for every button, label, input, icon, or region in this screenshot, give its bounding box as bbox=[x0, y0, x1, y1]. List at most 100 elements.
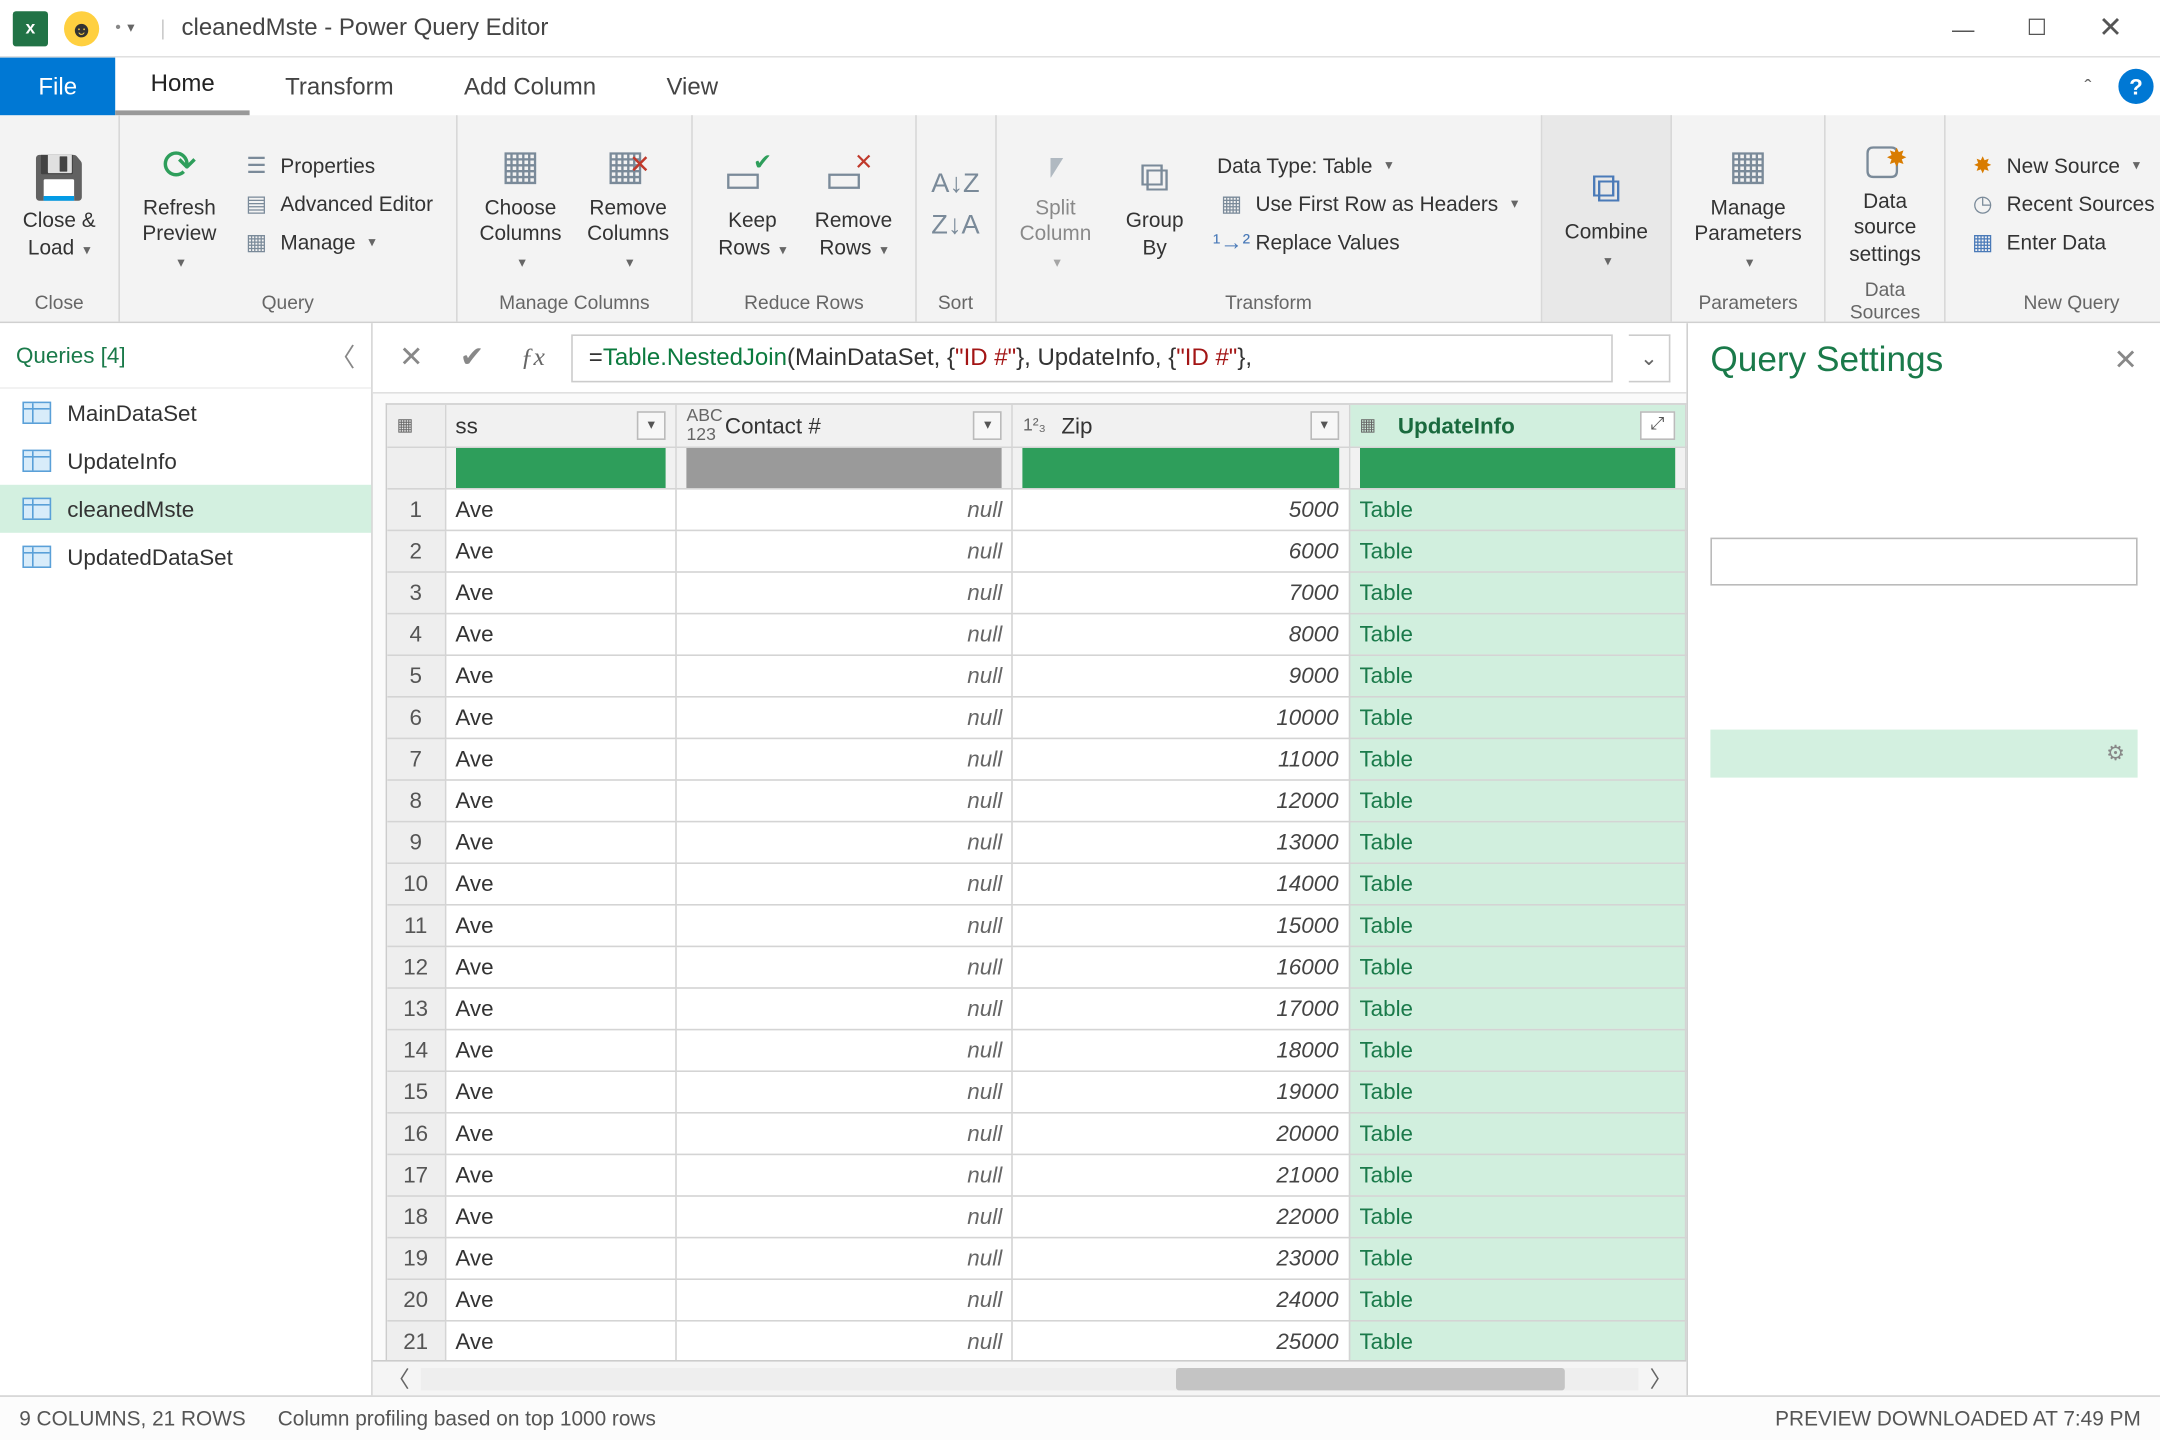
cell-zip[interactable]: 5000 bbox=[1013, 488, 1349, 530]
cell-contact[interactable]: null bbox=[676, 1154, 1012, 1196]
keep-rows-button[interactable]: ▭✔ KeepRows ▾ bbox=[703, 141, 802, 267]
cell-address[interactable]: Ave bbox=[445, 904, 676, 946]
cell-address[interactable]: Ave bbox=[445, 654, 676, 696]
close-and-load-button[interactable]: 💾 Close &Load ▾ bbox=[10, 141, 109, 267]
choose-columns-button[interactable]: ▦ ChooseColumns ▾ bbox=[467, 128, 575, 280]
cell-zip[interactable]: 13000 bbox=[1013, 821, 1349, 863]
cell-zip[interactable]: 15000 bbox=[1013, 904, 1349, 946]
table-row[interactable]: 8 Avenull12000Table bbox=[387, 779, 1685, 821]
query-item[interactable]: UpdatedDataSet bbox=[0, 533, 371, 581]
cell-updateinfo[interactable]: Table bbox=[1349, 530, 1686, 572]
cell-address[interactable]: Ave bbox=[445, 1237, 676, 1279]
cell-zip[interactable]: 23000 bbox=[1013, 1237, 1349, 1279]
cell-zip[interactable]: 24000 bbox=[1013, 1278, 1349, 1320]
row-number-cell[interactable]: 3 bbox=[387, 571, 445, 613]
cell-address[interactable]: Ave bbox=[445, 779, 676, 821]
row-number-cell[interactable]: 19 bbox=[387, 1237, 445, 1279]
row-number-cell[interactable]: 16 bbox=[387, 1112, 445, 1154]
query-item[interactable]: cleanedMste bbox=[0, 485, 371, 533]
expand-column-button[interactable]: ⤢ bbox=[1640, 411, 1675, 440]
cell-updateinfo[interactable]: Table bbox=[1349, 654, 1686, 696]
cell-contact[interactable]: null bbox=[676, 613, 1012, 655]
cell-updateinfo[interactable]: Table bbox=[1349, 862, 1686, 904]
table-row[interactable]: 1Avenull5000Table bbox=[387, 488, 1685, 530]
row-number-cell[interactable]: 13 bbox=[387, 987, 445, 1029]
row-number-cell[interactable]: 5 bbox=[387, 654, 445, 696]
query-item[interactable]: MainDataSet bbox=[0, 389, 371, 437]
cell-updateinfo[interactable]: Table bbox=[1349, 904, 1686, 946]
cell-zip[interactable]: 10000 bbox=[1013, 696, 1349, 738]
cell-contact[interactable]: null bbox=[676, 821, 1012, 863]
table-row[interactable]: 6 Avenull10000Table bbox=[387, 696, 1685, 738]
tab-file[interactable]: File bbox=[0, 58, 115, 116]
cell-address[interactable]: Ave bbox=[445, 613, 676, 655]
row-number-cell[interactable]: 20 bbox=[387, 1278, 445, 1320]
qat-autosave-face-icon[interactable]: ☻ bbox=[64, 10, 99, 45]
row-number-cell[interactable]: 18 bbox=[387, 1195, 445, 1237]
combine-button[interactable]: ⧉ Combine▾ bbox=[1552, 152, 1661, 278]
cell-updateinfo[interactable]: Table bbox=[1349, 1237, 1686, 1279]
row-number-cell[interactable]: 7 bbox=[387, 738, 445, 780]
query-name-input[interactable] bbox=[1710, 538, 2137, 586]
cell-contact[interactable]: null bbox=[676, 530, 1012, 572]
cell-contact[interactable]: null bbox=[676, 654, 1012, 696]
cell-updateinfo[interactable]: Table bbox=[1349, 696, 1686, 738]
cell-address[interactable]: Ave bbox=[445, 1195, 676, 1237]
cell-zip[interactable]: 14000 bbox=[1013, 862, 1349, 904]
cell-zip[interactable]: 21000 bbox=[1013, 1154, 1349, 1196]
cell-updateinfo[interactable]: Table bbox=[1349, 987, 1686, 1029]
scroll-thumb[interactable] bbox=[1176, 1367, 1566, 1389]
cell-updateinfo[interactable]: Table bbox=[1349, 738, 1686, 780]
remove-columns-button[interactable]: ▦✕ RemoveColumns ▾ bbox=[574, 128, 682, 280]
row-number-cell[interactable]: 11 bbox=[387, 904, 445, 946]
table-row[interactable]: 13 Avenull17000Table bbox=[387, 987, 1685, 1029]
sort-desc-button[interactable]: Z↓A bbox=[931, 209, 979, 241]
cell-address[interactable]: Ave bbox=[445, 1112, 676, 1154]
cell-address[interactable]: Ave bbox=[445, 862, 676, 904]
horizontal-scrollbar[interactable]: 〈 〉 bbox=[373, 1360, 1687, 1395]
formula-input[interactable]: = Table.NestedJoin(MainDataSet, {"ID #"}… bbox=[571, 334, 1613, 382]
column-header-contact[interactable]: ABC123Contact #▾ bbox=[676, 405, 1012, 447]
cell-zip[interactable]: 8000 bbox=[1013, 613, 1349, 655]
cell-address[interactable]: Ave bbox=[445, 987, 676, 1029]
cell-zip[interactable]: 9000 bbox=[1013, 654, 1349, 696]
remove-rows-button[interactable]: ▭✕ RemoveRows ▾ bbox=[802, 141, 905, 267]
scroll-left-button[interactable]: 〈 bbox=[382, 1362, 414, 1394]
cell-updateinfo[interactable]: Table bbox=[1349, 779, 1686, 821]
cell-updateinfo[interactable]: Table bbox=[1349, 613, 1686, 655]
cell-address[interactable]: Ave bbox=[445, 1154, 676, 1196]
column-filter-button[interactable]: ▾ bbox=[637, 411, 666, 440]
fx-icon[interactable]: ƒx bbox=[510, 335, 555, 380]
cell-zip[interactable]: 19000 bbox=[1013, 1070, 1349, 1112]
cell-address[interactable]: Ave bbox=[445, 696, 676, 738]
data-grid[interactable]: ▦ ss▾ ABC123Contact #▾ 1²₃Zip▾ ▦UpdateIn… bbox=[386, 403, 1687, 1360]
column-filter-button[interactable]: ▾ bbox=[1310, 411, 1339, 440]
row-number-cell[interactable]: 17 bbox=[387, 1154, 445, 1196]
row-number-cell[interactable]: 6 bbox=[387, 696, 445, 738]
help-button[interactable]: ? bbox=[2112, 58, 2160, 116]
manage-parameters-button[interactable]: ▦ ManageParameters ▾ bbox=[1682, 128, 1815, 280]
cell-contact[interactable]: null bbox=[676, 488, 1012, 530]
table-row[interactable]: 19 Avenull23000Table bbox=[387, 1237, 1685, 1279]
table-row[interactable]: 21 Avenull25000Table bbox=[387, 1320, 1685, 1360]
cell-updateinfo[interactable]: Table bbox=[1349, 1195, 1686, 1237]
enter-data-button[interactable]: ▦Enter Data bbox=[1962, 226, 2160, 258]
cell-contact[interactable]: null bbox=[676, 571, 1012, 613]
properties-button[interactable]: ☰Properties bbox=[236, 150, 440, 182]
cell-contact[interactable]: null bbox=[676, 946, 1012, 988]
cell-updateinfo[interactable]: Table bbox=[1349, 1070, 1686, 1112]
cell-contact[interactable]: null bbox=[676, 738, 1012, 780]
first-row-headers-button[interactable]: ▦Use First Row as Headers ▾ bbox=[1211, 187, 1525, 219]
scroll-right-button[interactable]: 〉 bbox=[1645, 1362, 1677, 1394]
row-number-cell[interactable]: 12 bbox=[387, 946, 445, 988]
cell-contact[interactable]: null bbox=[676, 1195, 1012, 1237]
cell-contact[interactable]: null bbox=[676, 862, 1012, 904]
row-number-cell[interactable]: 15 bbox=[387, 1070, 445, 1112]
table-row[interactable]: 17 Avenull21000Table bbox=[387, 1154, 1685, 1196]
cell-updateinfo[interactable]: Table bbox=[1349, 1320, 1686, 1360]
table-row[interactable]: 3Avenull7000Table bbox=[387, 571, 1685, 613]
group-by-button[interactable]: ⧉ GroupBy bbox=[1105, 141, 1204, 267]
cell-zip[interactable]: 6000 bbox=[1013, 530, 1349, 572]
table-row[interactable]: 18 Avenull22000Table bbox=[387, 1195, 1685, 1237]
cell-contact[interactable]: null bbox=[676, 779, 1012, 821]
